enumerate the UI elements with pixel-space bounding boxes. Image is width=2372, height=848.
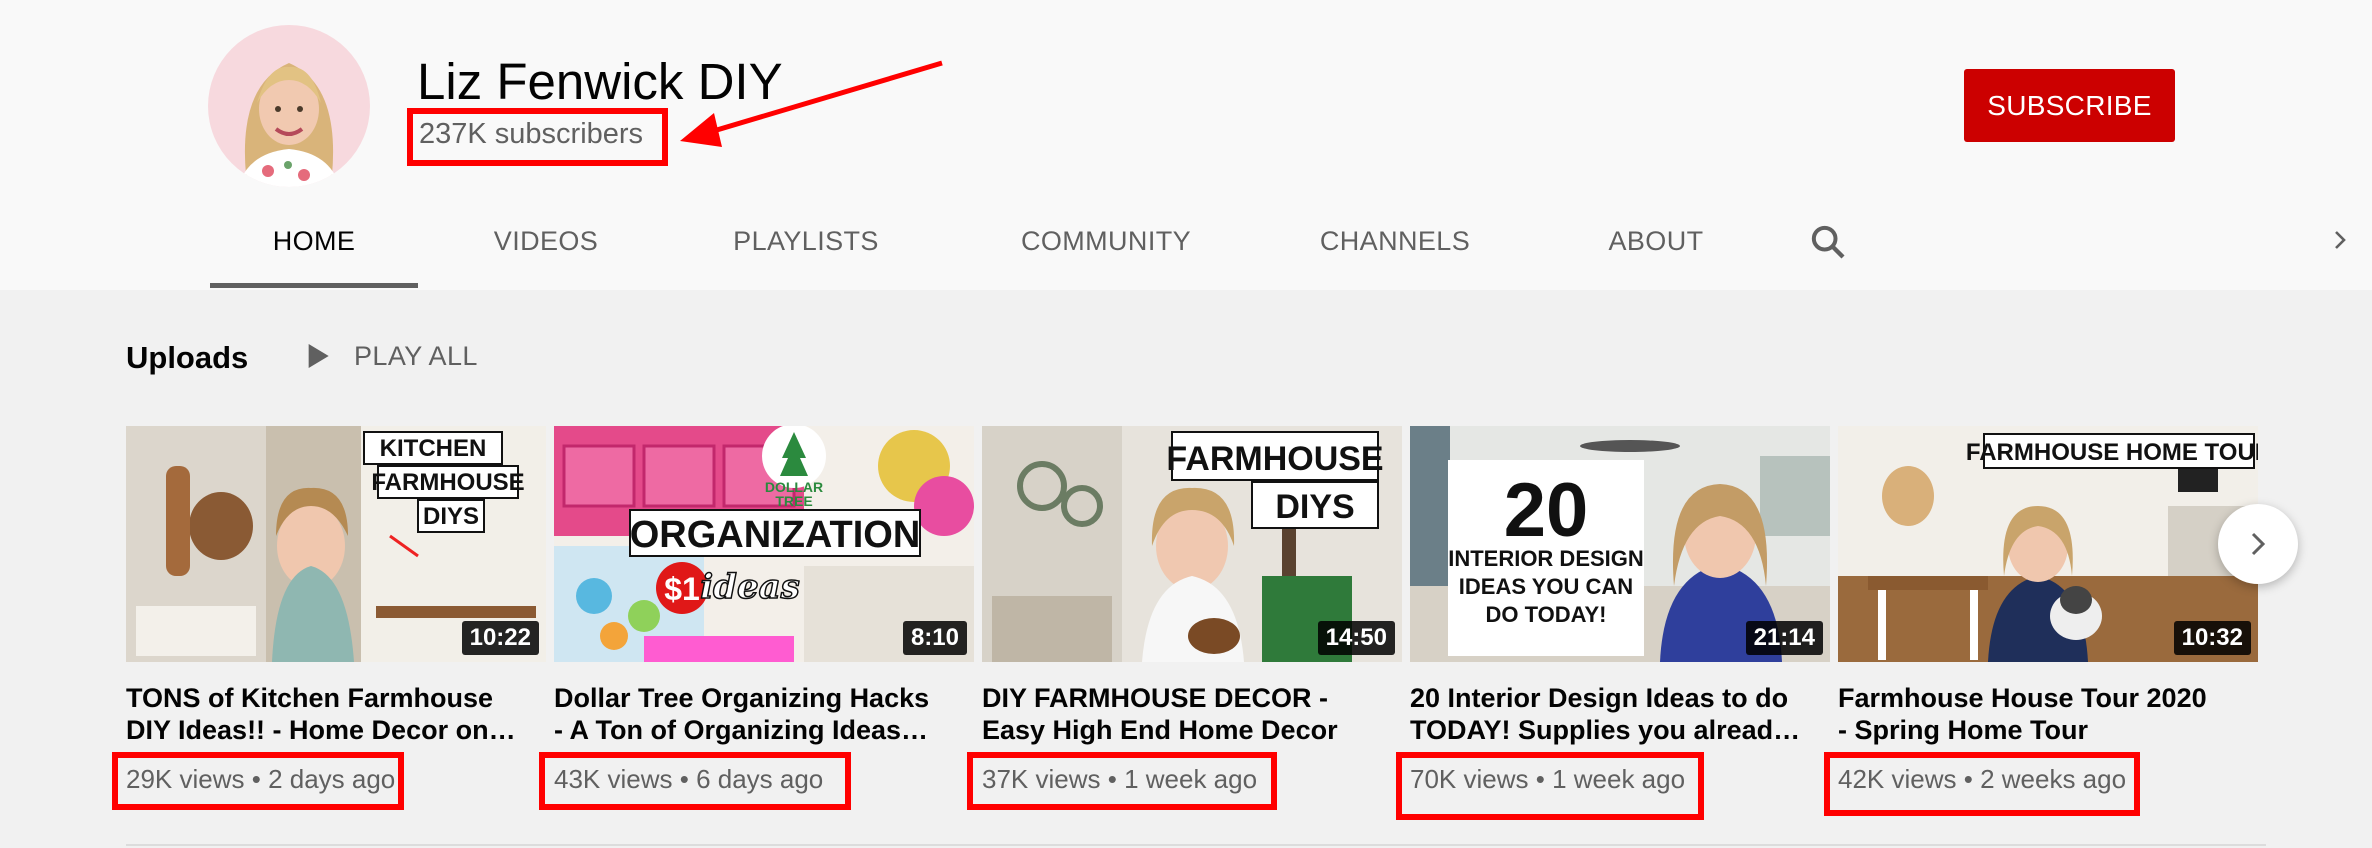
thumb-text: $1 <box>664 571 700 607</box>
tab-community[interactable]: COMMUNITY <box>988 210 1224 288</box>
subscriber-highlight-box <box>407 108 668 166</box>
tab-videos[interactable]: VIDEOS <box>470 210 622 288</box>
shelf-next-button[interactable] <box>2218 504 2298 584</box>
chevron-right-icon <box>2251 532 2266 556</box>
tab-about[interactable]: ABOUT <box>1574 210 1738 288</box>
search-icon[interactable] <box>1808 222 1848 262</box>
thumb-text: FARMHOUSE HOME TOUR <box>1966 439 2258 466</box>
video-title[interactable]: Dollar Tree Organizing Hacks - A Ton of … <box>554 682 974 746</box>
thumb-text: DIYS <box>423 503 479 530</box>
tab-playlists[interactable]: PLAYLISTS <box>706 210 906 288</box>
video-title[interactable]: 20 Interior Design Ideas to do TODAY! Su… <box>1410 682 1830 746</box>
video-duration: 10:32 <box>2173 621 2251 655</box>
video-meta-highlight-box <box>112 752 404 810</box>
video-thumbnail[interactable]: KITCHEN FARMHOUSE DIYS 10:22 <box>126 426 546 662</box>
video-thumbnail[interactable]: FARMHOUSE DIYS 14:50 <box>982 426 1402 662</box>
video-duration: 10:22 <box>461 621 539 655</box>
tabs-scroll-right-icon[interactable] <box>2328 228 2352 252</box>
thumb-text: DO TODAY! <box>1485 602 1606 627</box>
thumb-text: FARMHOUSE <box>371 469 524 496</box>
video-title-line: DIY FARMHOUSE DECOR - <box>982 683 1329 713</box>
thumb-text: ORGANIZATION <box>630 514 921 556</box>
video-thumbnail[interactable]: FARMHOUSE HOME TOUR 10:32 <box>1838 426 2258 662</box>
thumb-text: DIYS <box>1275 488 1354 526</box>
video-title[interactable]: DIY FARMHOUSE DECOR - Easy High End Home… <box>982 682 1402 746</box>
video-meta-highlight-box <box>1396 752 1704 820</box>
video-duration: 8:10 <box>902 621 967 655</box>
video-title-line: - A Ton of Organizing Ideas… <box>554 715 928 745</box>
tab-channels[interactable]: CHANNELS <box>1284 210 1506 288</box>
video-meta-highlight-box <box>539 752 851 810</box>
subscribe-button[interactable]: SUBSCRIBE <box>1964 69 2175 142</box>
video-title-line: 20 Interior Design Ideas to do <box>1410 683 1789 713</box>
video-title-line: DIY Ideas!! - Home Decor on… <box>126 715 516 745</box>
thumb-text: INTERIOR DESIGN <box>1448 546 1644 571</box>
video-title-line: TONS of Kitchen Farmhouse <box>126 683 494 713</box>
video-title-line: Easy High End Home Decor <box>982 715 1338 745</box>
video-title[interactable]: TONS of Kitchen Farmhouse DIY Ideas!! - … <box>126 682 546 746</box>
video-title-line: - Spring Home Tour <box>1838 715 2088 745</box>
video-title-line: Dollar Tree Organizing Hacks <box>554 683 930 713</box>
thumb-text: IDEAS YOU CAN <box>1459 574 1633 599</box>
channel-avatar[interactable] <box>208 25 370 187</box>
shelf-divider <box>126 844 2266 846</box>
thumb-text: FARMHOUSE <box>1166 440 1383 478</box>
play-icon <box>308 344 329 368</box>
thumb-text: ideas <box>700 567 800 607</box>
video-thumbnail[interactable]: DOLLAR TREE ORGANIZATION $1 ideas 8:10 <box>554 426 974 662</box>
play-all-button[interactable]: PLAY ALL <box>302 340 478 372</box>
video-duration: 21:14 <box>1745 621 1823 655</box>
play-all-label: PLAY ALL <box>354 340 478 371</box>
video-thumbnail[interactable]: 20 INTERIOR DESIGN IDEAS YOU CAN DO TODA… <box>1410 426 1830 662</box>
video-meta-highlight-box <box>967 752 1277 810</box>
video-title-line: Farmhouse House Tour 2020 <box>1838 683 2207 713</box>
video-duration: 14:50 <box>1317 621 1395 655</box>
shelf-title: Uploads <box>126 340 249 375</box>
thumb-text: 20 <box>1504 468 1589 553</box>
video-title-line: TODAY! Supplies you alread… <box>1410 715 1801 745</box>
video-meta-highlight-box <box>1824 752 2140 816</box>
thumb-text: KITCHEN <box>380 435 487 462</box>
video-title[interactable]: Farmhouse House Tour 2020 - Spring Home … <box>1838 682 2258 746</box>
tab-home[interactable]: HOME <box>210 210 418 288</box>
annotation-arrow-icon <box>680 60 943 147</box>
thumb-text: TREE <box>775 493 812 509</box>
